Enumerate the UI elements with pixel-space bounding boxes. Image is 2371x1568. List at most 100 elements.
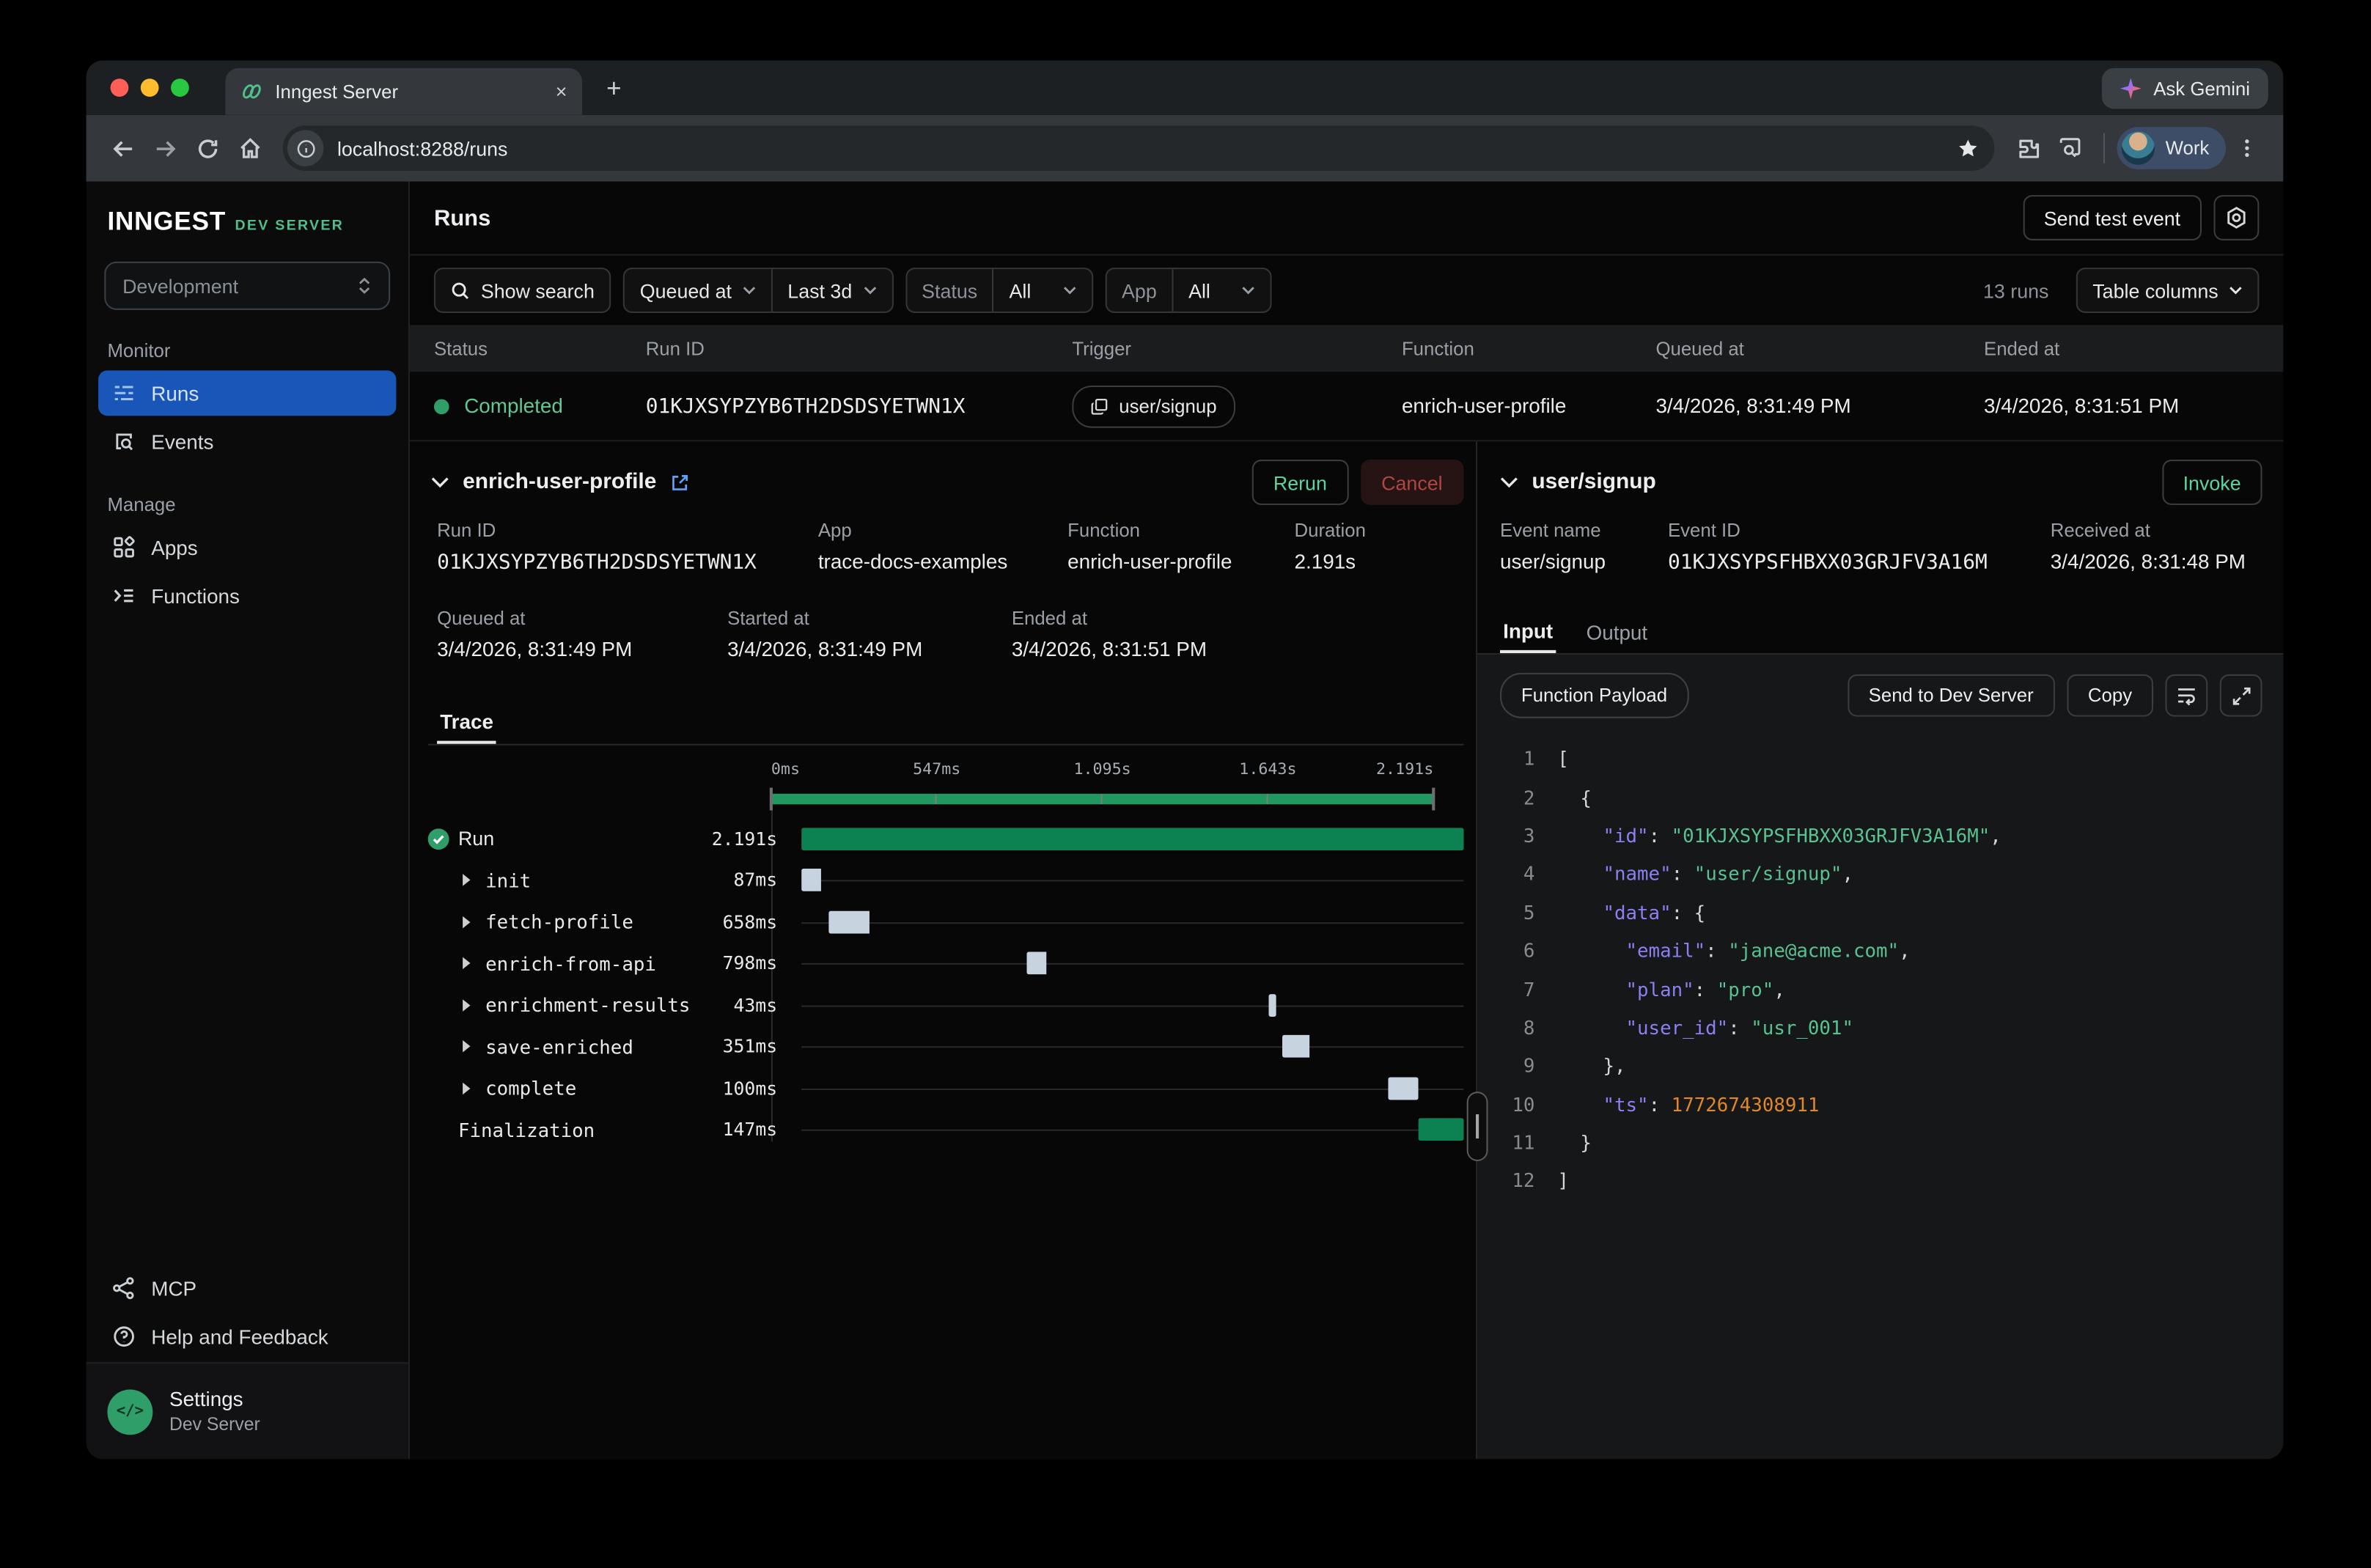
- home-icon[interactable]: [228, 127, 271, 169]
- table-columns-button[interactable]: Table columns: [2076, 268, 2260, 313]
- trace-row-step[interactable]: complete 100ms: [428, 1067, 1464, 1109]
- sidebar-item-help[interactable]: Help and Feedback: [98, 1314, 396, 1359]
- settings-gear-button[interactable]: [2214, 195, 2260, 240]
- payload-code[interactable]: 1[2 {3 "id": "01KJXSYPSFHBXX03GRJFV3A16M…: [1477, 730, 2283, 1200]
- trigger-pill[interactable]: user/signup: [1072, 385, 1235, 427]
- close-window-button[interactable]: [111, 78, 129, 97]
- trace-row-step[interactable]: fetch-profile 658ms: [428, 901, 1464, 943]
- trace-row-run[interactable]: Run 2.191s: [428, 818, 1464, 860]
- chevron-up-down-icon: [357, 276, 372, 295]
- app-link[interactable]: trace-docs-examples: [818, 551, 1007, 573]
- run-id-label: Run ID: [437, 520, 757, 542]
- status-filter[interactable]: Status All: [905, 268, 1092, 313]
- started-at-label: Started at: [727, 608, 922, 629]
- expand-arrow-icon[interactable]: [458, 1082, 474, 1094]
- tab-input[interactable]: Input: [1500, 611, 1556, 653]
- run-id-value: 01KJXSYPZYB6TH2DSDSYETWN1X: [437, 551, 757, 575]
- page-title: Runs: [434, 205, 490, 230]
- ask-gemini-button[interactable]: Ask Gemini: [2102, 68, 2268, 109]
- minimize-window-button[interactable]: [141, 78, 159, 97]
- settings-title: Settings: [169, 1388, 260, 1410]
- zoom-window-button[interactable]: [171, 78, 189, 97]
- column-header[interactable]: Run ID: [646, 339, 1073, 360]
- extensions-puzzle-icon[interactable]: [2007, 127, 2049, 169]
- code-line: 8 "user_id": "usr_001": [1480, 1008, 2283, 1046]
- show-search-button[interactable]: Show search: [434, 268, 611, 313]
- reload-icon[interactable]: [186, 127, 229, 169]
- tab-output[interactable]: Output: [1583, 611, 1650, 653]
- column-header[interactable]: Status: [434, 339, 646, 360]
- expand-arrow-icon[interactable]: [458, 999, 474, 1012]
- run-table-row[interactable]: Completed 01KJXSYPZYB6TH2DSDSYETWN1X use…: [410, 372, 2283, 441]
- column-header[interactable]: Function: [1402, 339, 1656, 360]
- sidebar-item-label: Functions: [151, 584, 240, 607]
- send-to-dev-server-button[interactable]: Send to Dev Server: [1848, 674, 2055, 717]
- expand-arrow-icon[interactable]: [458, 957, 474, 970]
- sidebar-item-functions[interactable]: Functions: [98, 573, 396, 619]
- profile-button[interactable]: Work: [2117, 127, 2226, 169]
- rerun-button[interactable]: Rerun: [1252, 460, 1348, 505]
- trace-row-step[interactable]: enrich-from-api 798ms: [428, 943, 1464, 984]
- word-wrap-button[interactable]: [2166, 674, 2208, 717]
- browser-tabstrip: Inngest Server × + Ask Gemini: [87, 61, 2284, 115]
- column-header[interactable]: Ended at: [1984, 339, 2259, 360]
- column-header[interactable]: Queued at: [1655, 339, 1984, 360]
- sidebar-item-mcp[interactable]: MCP: [98, 1265, 396, 1311]
- received-at-value: 3/4/2026, 8:31:48 PM: [2051, 551, 2246, 573]
- function-link[interactable]: enrich-user-profile: [1067, 551, 1232, 573]
- expand-button[interactable]: [2220, 674, 2262, 717]
- environment-select[interactable]: Development: [104, 262, 390, 310]
- forward-arrow-icon[interactable]: [144, 127, 186, 169]
- run-detail-title: enrich-user-profile: [463, 470, 656, 494]
- expand-arrow-icon[interactable]: [458, 1041, 474, 1053]
- status-dot-icon: [434, 398, 449, 413]
- sidebar-item-runs[interactable]: Runs: [98, 370, 396, 416]
- site-info-icon[interactable]: [287, 130, 324, 166]
- sidebar-item-label: Apps: [151, 536, 197, 559]
- url-text[interactable]: localhost:8288/runs: [337, 137, 508, 160]
- copy-button[interactable]: Copy: [2067, 674, 2153, 717]
- panel-resize-handle[interactable]: [1467, 1092, 1488, 1161]
- chevron-down-icon[interactable]: [1500, 476, 1518, 489]
- trace-row-step[interactable]: init 87ms: [428, 860, 1464, 902]
- trace-row-step[interactable]: enrichment-results 43ms: [428, 984, 1464, 1026]
- settings-item[interactable]: </> Settings Dev Server: [87, 1362, 408, 1459]
- invoke-button[interactable]: Invoke: [2162, 460, 2262, 505]
- queued-at-filter[interactable]: Queued at Last 3d: [623, 268, 893, 313]
- browser-tab[interactable]: Inngest Server ×: [225, 68, 582, 115]
- chevron-down-icon[interactable]: [431, 476, 449, 489]
- code-line: 12]: [1480, 1162, 2283, 1200]
- new-tab-button[interactable]: +: [606, 74, 621, 104]
- profile-label: Work: [2166, 138, 2210, 159]
- queued-at-value: 3/4/2026, 8:31:49 PM: [437, 638, 632, 660]
- sidebar-section-manage: Manage: [107, 494, 387, 515]
- sidebar-item-events[interactable]: Events: [98, 419, 396, 464]
- inngest-favicon-icon: [240, 80, 263, 103]
- tab-title: Inngest Server: [275, 81, 543, 102]
- sidebar-item-apps[interactable]: Apps: [98, 525, 396, 570]
- filter-bar: Show search Queued at Last 3d: [410, 256, 2283, 327]
- column-header[interactable]: Trigger: [1072, 339, 1402, 360]
- external-link-icon[interactable]: [670, 473, 690, 493]
- close-tab-icon[interactable]: ×: [556, 81, 567, 101]
- code-line: 5 "data": {: [1480, 893, 2283, 931]
- main-area: Runs Send test event: [410, 182, 2283, 1460]
- inngest-app: INNGEST DEV SERVER Development Monitor: [87, 182, 2284, 1460]
- kebab-menu-icon[interactable]: [2226, 127, 2268, 169]
- back-arrow-icon[interactable]: [101, 127, 144, 169]
- tab-trace[interactable]: Trace: [437, 702, 496, 744]
- url-bar[interactable]: localhost:8288/runs: [283, 125, 1995, 171]
- dev-server-badge: DEV SERVER: [235, 218, 344, 235]
- trace-row-finalization[interactable]: Finalization 147ms: [428, 1109, 1464, 1151]
- chevron-down-icon: [1242, 286, 1256, 295]
- expand-arrow-icon[interactable]: [458, 916, 474, 928]
- send-test-event-button[interactable]: Send test event: [2023, 195, 2202, 240]
- queued-at-label: Queued at: [437, 608, 632, 629]
- bookmark-star-icon[interactable]: [1957, 137, 1979, 160]
- trace-row-step[interactable]: save-enriched 351ms: [428, 1026, 1464, 1067]
- cancel-button[interactable]: Cancel: [1360, 460, 1463, 505]
- expand-arrow-icon[interactable]: [458, 875, 474, 887]
- timeline-minimap[interactable]: [771, 794, 1433, 804]
- tab-search-icon[interactable]: [2049, 127, 2092, 169]
- app-filter[interactable]: App All: [1105, 268, 1272, 313]
